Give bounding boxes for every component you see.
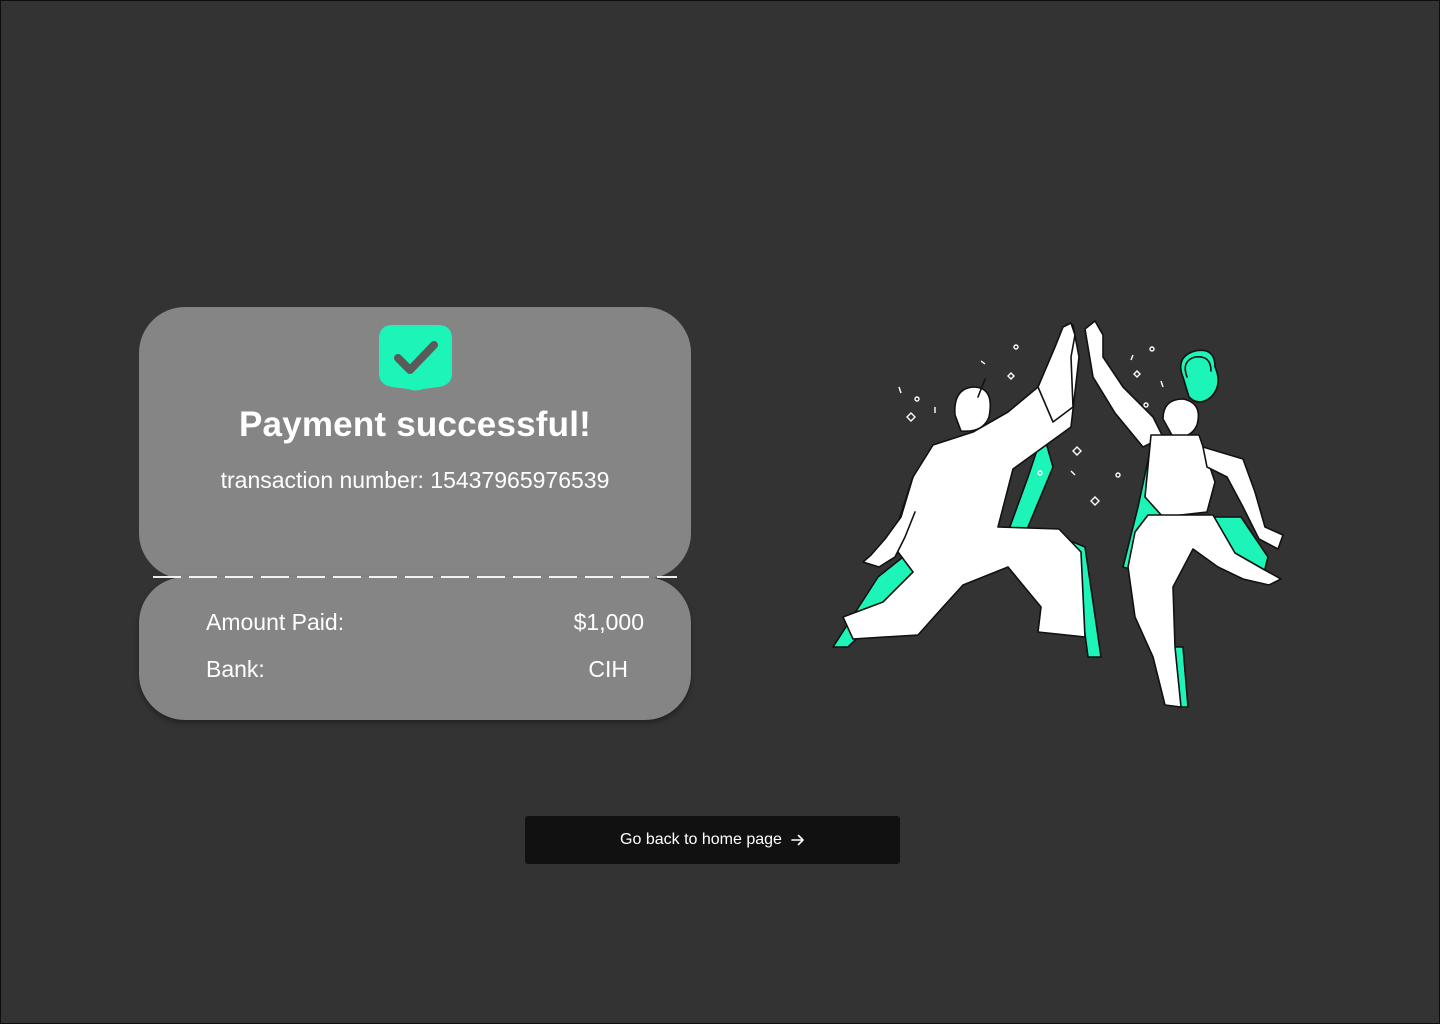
go-home-button[interactable]: Go back to home page (525, 816, 900, 864)
go-home-button-label: Go back to home page (620, 831, 782, 848)
check-badge-icon (379, 325, 452, 391)
high-five-illustration (832, 320, 1284, 708)
payment-receipt-card: Payment successful! transaction number: … (139, 307, 691, 720)
success-title: Payment successful! (238, 405, 591, 444)
receipt-details-section (139, 577, 691, 720)
transaction-number-line: transaction number: 15437965976539 (139, 467, 691, 494)
amount-paid-value: $1,000 (573, 609, 644, 635)
arrow-right-icon (791, 834, 804, 846)
bank-label: Bank: (206, 656, 265, 682)
transaction-label: transaction number: (220, 467, 424, 493)
transaction-number: 15437965976539 (430, 467, 610, 493)
amount-paid-label: Amount Paid: (206, 609, 345, 635)
perforated-divider (153, 576, 677, 578)
payment-success-screen: Payment successful! transaction number: … (0, 0, 1440, 1024)
bank-value: CIH (588, 656, 628, 682)
